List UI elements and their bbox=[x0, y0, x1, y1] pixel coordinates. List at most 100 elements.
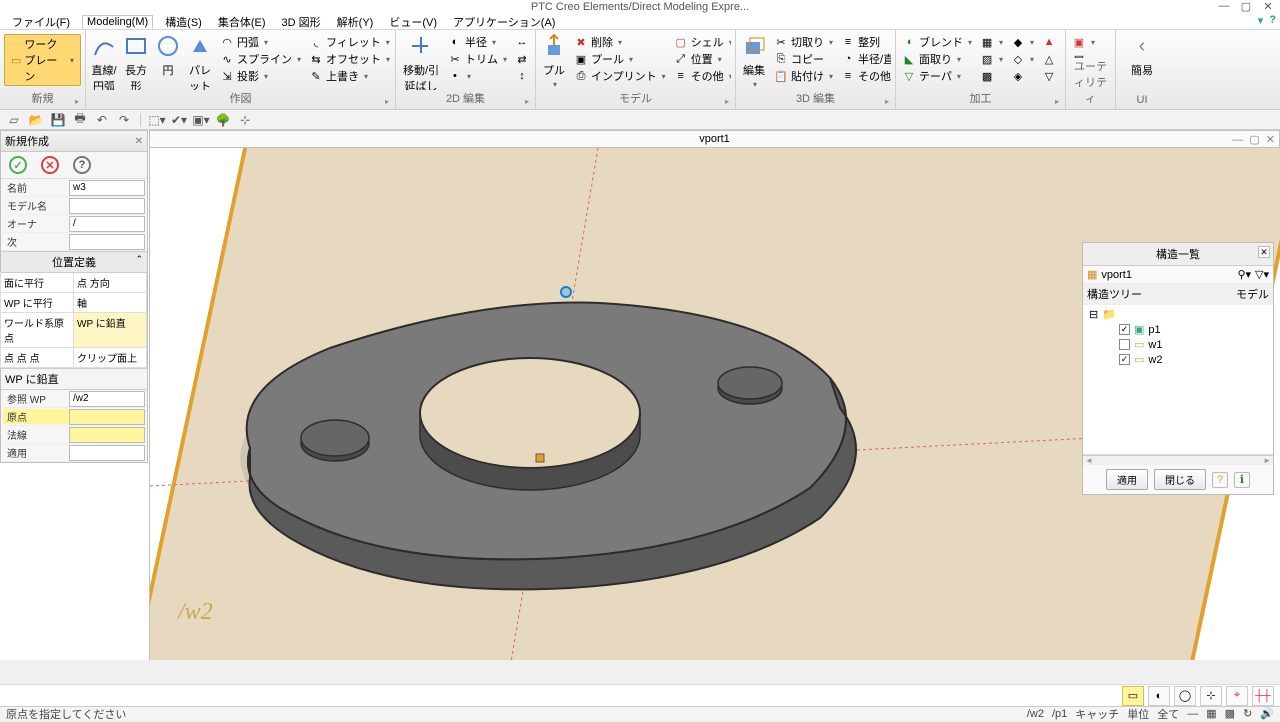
workplane-chip[interactable]: ▭ワークプレーン bbox=[4, 34, 81, 86]
pos-opt-3[interactable]: 軸 bbox=[73, 292, 147, 313]
cut3d-button[interactable]: ✂切取り bbox=[772, 34, 835, 50]
struct-info-icon[interactable]: ℹ bbox=[1234, 472, 1250, 488]
u-a[interactable]: ▣ bbox=[1070, 34, 1097, 50]
print-icon[interactable]: 🖶 bbox=[72, 112, 88, 128]
next-input[interactable] bbox=[69, 234, 145, 250]
node-p1[interactable]: p1 bbox=[1148, 324, 1160, 336]
menu-view[interactable]: ビュー(V) bbox=[385, 14, 441, 30]
display-icon[interactable]: ▣▾ bbox=[193, 112, 209, 128]
bt-snap-icon[interactable]: ⌖ bbox=[1226, 686, 1248, 706]
copy3d-button[interactable]: ⎘コピー bbox=[772, 51, 835, 67]
filter-icon[interactable]: ✔▾ bbox=[171, 112, 187, 128]
name-input[interactable]: w3 bbox=[69, 180, 145, 196]
pos-opt-0[interactable]: 面に平行 bbox=[0, 272, 74, 293]
new-icon[interactable]: ▱ bbox=[6, 112, 22, 128]
pos-opt-4[interactable]: ワールド系原点 bbox=[0, 312, 74, 348]
menu-modeling[interactable]: Modeling(M) bbox=[82, 15, 153, 29]
circle-button[interactable]: 円 bbox=[154, 32, 182, 78]
align-button[interactable]: ≡整列 bbox=[839, 34, 891, 50]
struct-close-button[interactable]: 閉じる bbox=[1154, 469, 1206, 490]
struct-help-icon[interactable]: ? bbox=[1212, 472, 1228, 488]
help-icon[interactable]: ? bbox=[1269, 14, 1276, 27]
pos-opt-7[interactable]: クリップ面上 bbox=[73, 347, 147, 368]
filter-icon[interactable]: ▽▾ bbox=[1255, 268, 1269, 281]
save-icon[interactable]: 💾 bbox=[50, 112, 66, 128]
easy-button[interactable]: ‹簡易 bbox=[1120, 32, 1164, 78]
m-g[interactable]: ▲ bbox=[1040, 34, 1061, 50]
m-a[interactable]: ▦ bbox=[978, 34, 1005, 50]
viewport-canvas[interactable]: /w2 構造一覧✕ ▦ vport1 ⚲▾ ▽▾ 構造ツリー モデル ⊟📁 ✓▣… bbox=[149, 148, 1280, 660]
other-model-button[interactable]: ≡その他 bbox=[672, 68, 731, 84]
delete-button[interactable]: ✖削除 bbox=[572, 34, 668, 50]
paste3d-button[interactable]: 📋貼付け bbox=[772, 68, 835, 84]
offset-button[interactable]: ⇆オフセット bbox=[307, 51, 391, 67]
help-dd-icon[interactable]: ▾ bbox=[1258, 14, 1264, 27]
trim-button[interactable]: ✂トリム bbox=[446, 51, 509, 67]
menu-3dshape[interactable]: 3D 図形 bbox=[278, 14, 325, 30]
arc-button[interactable]: ◠円弧 bbox=[218, 34, 303, 50]
undo-icon[interactable]: ↶ bbox=[94, 112, 110, 128]
m-h[interactable]: △ bbox=[1040, 51, 1061, 67]
status-sound-icon[interactable]: 🔊 bbox=[1260, 707, 1274, 720]
bt-shaded-icon[interactable]: ◐ bbox=[1148, 686, 1170, 706]
e2d-b[interactable]: ⇄ bbox=[513, 51, 531, 67]
tree-icon[interactable]: 🌳 bbox=[215, 112, 231, 128]
tree-scrollbar[interactable] bbox=[1083, 455, 1273, 465]
apply-input[interactable] bbox=[69, 445, 145, 461]
minimize-icon[interactable]: — bbox=[1216, 0, 1232, 13]
status-unit[interactable]: 単位 bbox=[1127, 706, 1149, 722]
m-i[interactable]: ▽ bbox=[1040, 68, 1061, 84]
rect-button[interactable]: 長方形 bbox=[122, 32, 150, 90]
menu-file[interactable]: ファイル(F) bbox=[8, 14, 74, 30]
vp-max-icon[interactable]: ▢ bbox=[1249, 132, 1259, 148]
close-icon[interactable]: ✕ bbox=[1260, 0, 1276, 13]
expand-icon[interactable]: ⊟ bbox=[1089, 308, 1098, 321]
menu-set[interactable]: 集合体(E) bbox=[214, 14, 270, 30]
redo-icon[interactable]: ↷ bbox=[116, 112, 132, 128]
status-view2-icon[interactable]: ▩ bbox=[1225, 707, 1235, 720]
refwp-input[interactable]: /w2 bbox=[69, 391, 145, 407]
pull-button[interactable]: プル bbox=[540, 32, 568, 89]
e2d-c[interactable]: ↕ bbox=[513, 68, 531, 84]
pool-button[interactable]: ▣プール bbox=[572, 51, 668, 67]
node-check-w1[interactable] bbox=[1119, 339, 1130, 350]
origin-input[interactable] bbox=[69, 409, 145, 425]
pos-opt-1[interactable]: 点 方向 bbox=[73, 272, 147, 293]
half-button[interactable]: ◐半径 bbox=[446, 34, 509, 50]
menu-application[interactable]: アプリケーション(A) bbox=[449, 14, 559, 30]
taper-button[interactable]: ▽テーパ bbox=[900, 68, 974, 84]
m-b[interactable]: ▨ bbox=[978, 51, 1005, 67]
palette-button[interactable]: パレット bbox=[186, 32, 214, 90]
select-icon[interactable]: ⬚▾ bbox=[149, 112, 165, 128]
pos-opt-6[interactable]: 点 点 点 bbox=[0, 347, 74, 368]
collapse-icon[interactable]: ⌃ bbox=[135, 254, 143, 265]
m-e[interactable]: ◇ bbox=[1009, 51, 1036, 67]
chamfer-button[interactable]: ◣面取り bbox=[900, 51, 974, 67]
imprint-button[interactable]: ⎙インプリント bbox=[572, 68, 668, 84]
other3d-button[interactable]: ≡その他 bbox=[839, 68, 891, 84]
help-button[interactable]: ? bbox=[73, 156, 91, 174]
maximize-icon[interactable]: ▢ bbox=[1238, 0, 1254, 13]
bt-wp-icon[interactable]: ▭ bbox=[1122, 686, 1144, 706]
e2d-a[interactable]: ↔ bbox=[513, 34, 531, 50]
status-refresh-icon[interactable]: ↻ bbox=[1243, 707, 1252, 720]
cancel-button[interactable]: ✕ bbox=[41, 156, 59, 174]
node-w2[interactable]: w2 bbox=[1148, 354, 1162, 366]
radius3d-button[interactable]: ◔半径/直径 bbox=[839, 51, 891, 67]
panel-close-icon[interactable]: ✕ bbox=[135, 136, 143, 147]
status-catch[interactable]: キャッチ bbox=[1075, 706, 1119, 722]
m-c[interactable]: ▩ bbox=[978, 68, 1005, 84]
node-w1[interactable]: w1 bbox=[1148, 339, 1162, 351]
status-view1-icon[interactable]: ▦ bbox=[1206, 707, 1216, 720]
menu-structure[interactable]: 構造(S) bbox=[161, 14, 206, 30]
fillet-button[interactable]: ◟フィレット bbox=[307, 34, 391, 50]
modelname-input[interactable] bbox=[69, 198, 145, 214]
bt-grid-icon[interactable]: ┼┼ bbox=[1252, 686, 1274, 706]
m-d[interactable]: ◆ bbox=[1009, 34, 1036, 50]
struct-apply-button[interactable]: 適用 bbox=[1106, 469, 1148, 490]
move-button[interactable]: 移動/引延ばし bbox=[400, 32, 442, 90]
structure-close-icon[interactable]: ✕ bbox=[1258, 246, 1270, 258]
dot-button[interactable]: • bbox=[446, 68, 509, 84]
vp-close-icon[interactable]: ✕ bbox=[1266, 132, 1275, 148]
pos-opt-5[interactable]: WP に鉛直 bbox=[73, 312, 147, 348]
